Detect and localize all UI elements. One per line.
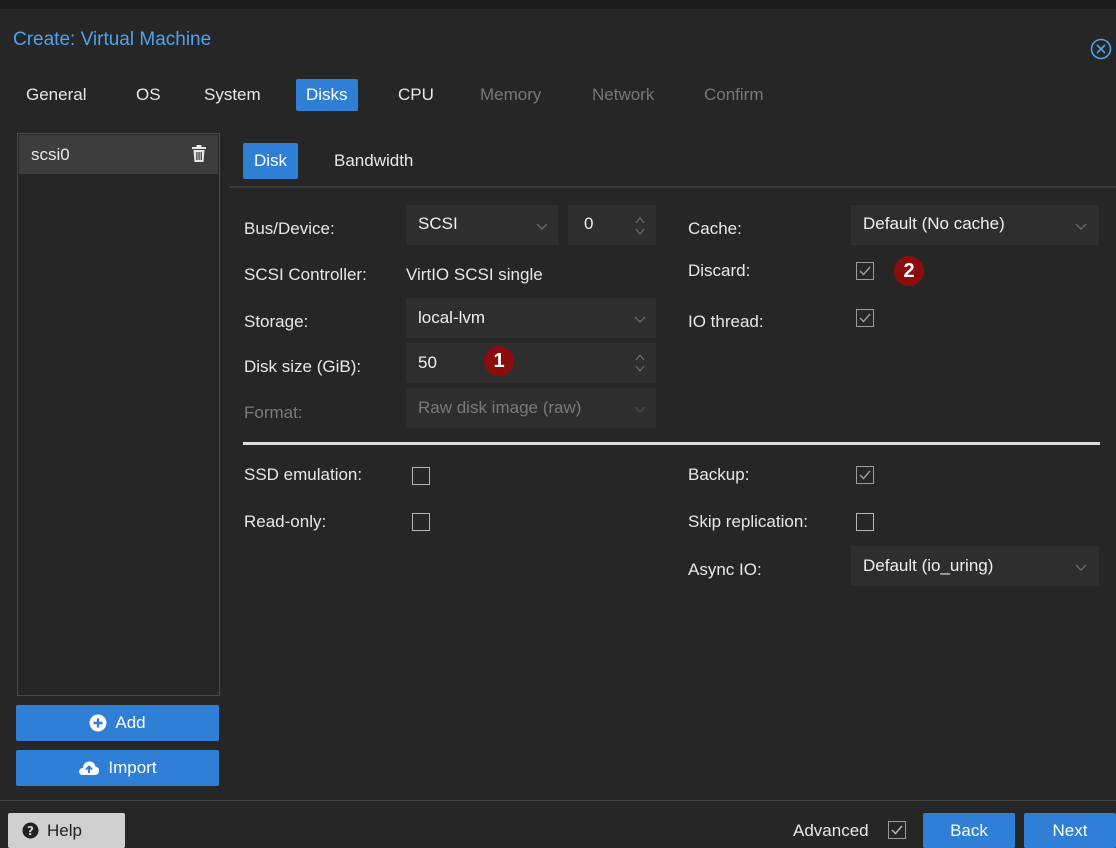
import-disk-button[interactable]: Import — [16, 750, 219, 786]
window-titlebar: Create: Virtual Machine — [0, 9, 1116, 69]
io-thread-label: IO thread: — [688, 312, 764, 331]
async-io-select[interactable]: Default (io_uring) — [851, 546, 1099, 586]
top-strip — [0, 0, 1116, 9]
annotation-badge-1: 1 — [484, 346, 514, 376]
question-circle-icon: ? — [22, 822, 39, 839]
bus-device-label: Bus/Device: — [244, 219, 335, 238]
bus-value: SCSI — [418, 214, 458, 233]
disk-list: scsi0 — [17, 133, 220, 696]
checkmark-icon — [891, 825, 903, 835]
section-divider — [243, 442, 1100, 445]
checkmark-icon — [859, 266, 871, 276]
disk-item-label: scsi0 — [31, 145, 70, 164]
import-label: Import — [108, 758, 157, 777]
read-only-checkbox[interactable] — [412, 513, 430, 531]
wizard-tabs: General OS System Disks CPU Memory Netwo… — [0, 69, 1116, 121]
chevron-down-icon — [1075, 564, 1087, 571]
close-icon[interactable] — [1090, 38, 1112, 60]
tab-cpu[interactable]: CPU — [388, 79, 444, 111]
wizard-footer: ? Help Advanced Back Next — [0, 800, 1116, 848]
disk-size-value: 50 — [418, 353, 437, 372]
add-label: Add — [115, 713, 146, 732]
storage-select[interactable]: local-lvm — [406, 298, 656, 338]
disk-size-input[interactable]: 50 — [406, 343, 656, 383]
tab-memory[interactable]: Memory — [470, 79, 551, 111]
chevron-down-icon — [536, 223, 548, 230]
async-io-label: Async IO: — [688, 560, 762, 579]
tab-os[interactable]: OS — [126, 79, 171, 111]
storage-label: Storage: — [244, 312, 309, 331]
ssd-emulation-checkbox[interactable] — [412, 467, 430, 485]
cache-select[interactable]: Default (No cache) — [851, 205, 1099, 245]
subtab-disk[interactable]: Disk — [243, 143, 299, 179]
add-disk-button[interactable]: Add — [16, 705, 219, 741]
chevron-down-icon — [1075, 223, 1087, 230]
subtab-divider — [229, 186, 1116, 188]
checkmark-icon — [859, 313, 871, 323]
chevron-down-icon — [634, 406, 646, 413]
annotation-badge-2: 2 — [894, 256, 924, 286]
advanced-checkbox[interactable] — [888, 821, 906, 839]
format-select[interactable]: Raw disk image (raw) — [406, 388, 656, 428]
cache-label: Cache: — [688, 219, 742, 238]
scsi-controller-value: VirtIO SCSI single — [406, 265, 543, 284]
trash-icon[interactable] — [191, 145, 207, 163]
window-title: Create: Virtual Machine — [13, 29, 212, 50]
async-io-value: Default (io_uring) — [863, 556, 994, 575]
read-only-label: Read-only: — [244, 512, 327, 531]
advanced-label: Advanced — [793, 821, 869, 840]
bus-select[interactable]: SCSI — [406, 205, 558, 245]
cloud-upload-icon — [79, 761, 100, 775]
disk-list-item-scsi0[interactable]: scsi0 — [19, 135, 218, 174]
checkmark-icon — [859, 470, 871, 480]
subtab-bandwidth[interactable]: Bandwidth — [323, 143, 424, 179]
cache-value: Default (No cache) — [863, 214, 1005, 233]
tab-general[interactable]: General — [16, 79, 96, 111]
skip-replication-checkbox[interactable] — [856, 513, 874, 531]
svg-text:?: ? — [27, 824, 34, 838]
format-value: Raw disk image (raw) — [418, 398, 582, 417]
tab-network[interactable]: Network — [582, 79, 664, 111]
ssd-emulation-label: SSD emulation: — [244, 465, 363, 484]
device-number-spinner[interactable]: 0 — [568, 205, 656, 245]
back-button[interactable]: Back — [923, 813, 1015, 848]
skip-replication-label: Skip replication: — [688, 512, 809, 531]
plus-circle-icon — [89, 714, 107, 732]
backup-checkbox[interactable] — [856, 466, 874, 484]
help-label: Help — [47, 820, 82, 840]
discard-checkbox[interactable] — [856, 262, 874, 280]
help-button[interactable]: ? Help — [8, 813, 125, 848]
next-button[interactable]: Next — [1024, 813, 1116, 848]
tab-confirm[interactable]: Confirm — [694, 79, 774, 111]
tab-system[interactable]: System — [194, 79, 271, 111]
scsi-controller-label: SCSI Controller: — [244, 265, 367, 284]
spinner-arrows-icon — [635, 216, 645, 236]
backup-label: Backup: — [688, 465, 750, 484]
spinner-arrows-icon — [635, 353, 645, 373]
device-value: 0 — [584, 214, 594, 233]
chevron-down-icon — [634, 316, 646, 323]
io-thread-checkbox[interactable] — [856, 309, 874, 327]
discard-label: Discard: — [688, 261, 751, 280]
disk-size-label: Disk size (GiB): — [244, 357, 362, 376]
format-label: Format: — [244, 403, 303, 422]
storage-value: local-lvm — [418, 308, 486, 327]
tab-disks[interactable]: Disks — [296, 79, 358, 111]
